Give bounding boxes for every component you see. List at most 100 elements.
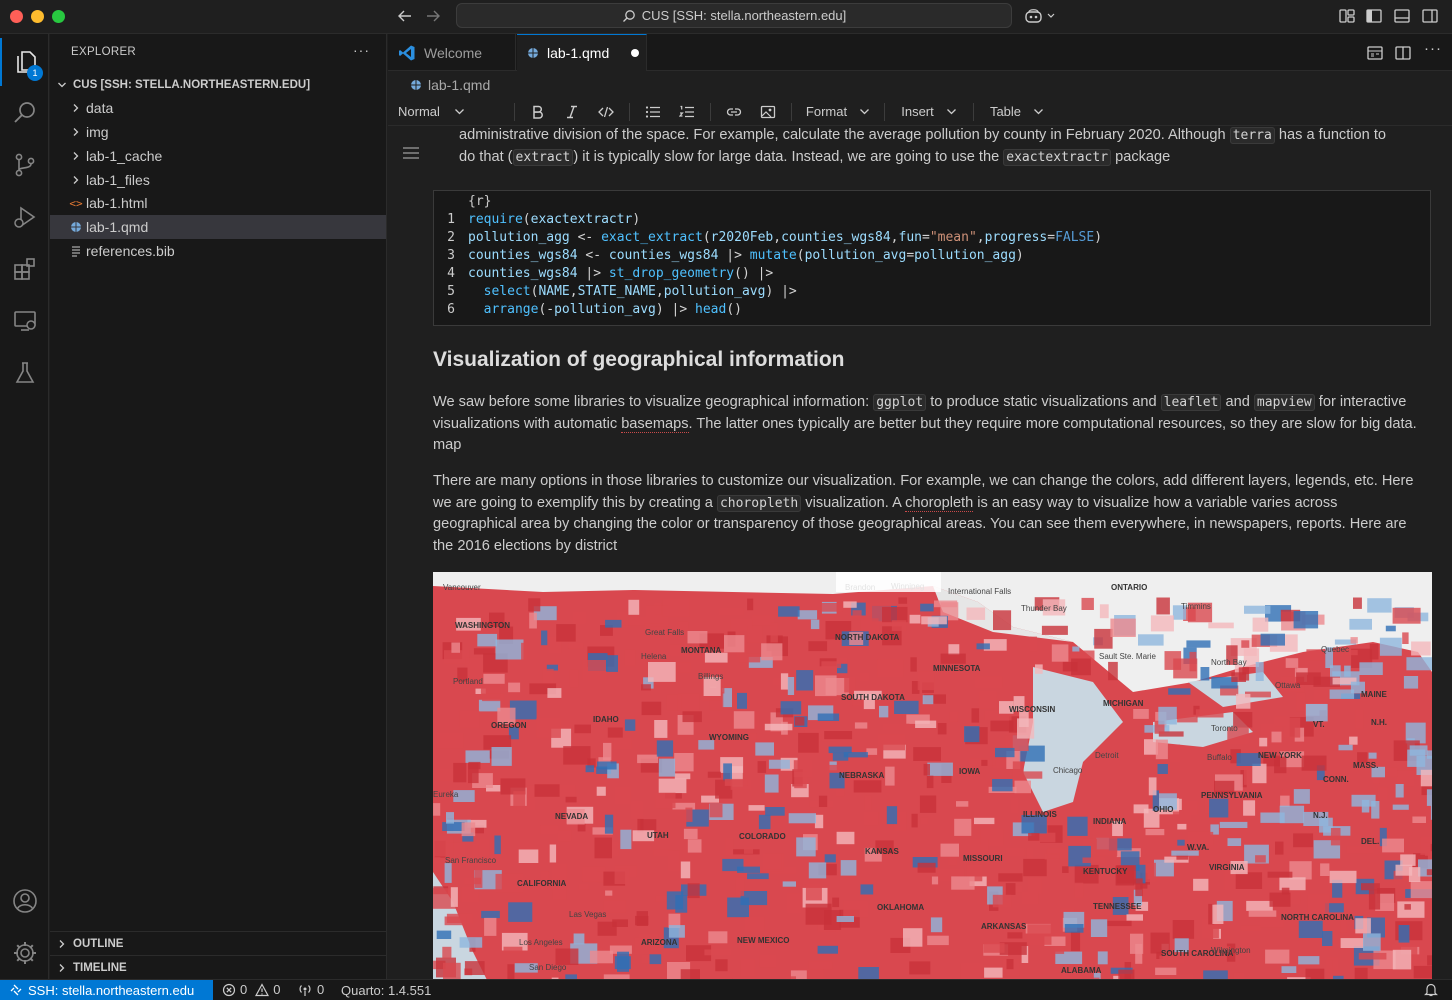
- map-region: [1011, 797, 1019, 813]
- customize-layout-icon[interactable]: [1338, 7, 1356, 25]
- quarto-version[interactable]: Quarto: 1.4.551: [341, 983, 431, 998]
- notifications-bell-icon[interactable]: [1424, 982, 1438, 997]
- close-window-button[interactable]: [10, 10, 23, 23]
- map-region: [1279, 805, 1305, 824]
- visual-editor[interactable]: administrative division of the space. Fo…: [388, 126, 1452, 979]
- map-region: [1368, 889, 1381, 910]
- more-actions-icon[interactable]: ···: [1424, 40, 1442, 57]
- map-region: [620, 616, 646, 626]
- tree-file-lab-1-html[interactable]: <> lab-1.html: [50, 191, 386, 215]
- tree-folder-lab-1-cache[interactable]: lab-1_cache: [50, 144, 386, 168]
- explorer-icon[interactable]: 1: [0, 38, 49, 86]
- toggle-panel-icon[interactable]: [1393, 7, 1411, 25]
- outline-section[interactable]: OUTLINE: [50, 931, 386, 955]
- choropleth-link[interactable]: choropleth: [905, 494, 974, 512]
- copilot-icon[interactable]: [1024, 7, 1056, 25]
- map-region: [745, 917, 765, 932]
- back-arrow-icon[interactable]: [396, 7, 414, 25]
- toggle-primary-sidebar-icon[interactable]: [1365, 7, 1383, 25]
- map-place-label: VIRGINIA: [1209, 863, 1245, 872]
- manage-gear-icon[interactable]: [0, 929, 49, 977]
- code-icon[interactable]: [589, 99, 623, 125]
- run-debug-icon[interactable]: [0, 193, 49, 241]
- italic-icon[interactable]: [555, 99, 589, 125]
- tree-file-lab-1-qmd[interactable]: lab-1.qmd: [50, 215, 386, 239]
- tree-file-references-bib[interactable]: references.bib: [50, 239, 386, 263]
- chevron-down-icon: [1033, 106, 1044, 117]
- map-region: [984, 967, 1003, 978]
- map-region: [1358, 952, 1387, 960]
- map-region: [1298, 920, 1323, 938]
- map-region: [541, 630, 548, 646]
- tree-folder-img[interactable]: img: [50, 120, 386, 144]
- format-menu[interactable]: Format: [798, 99, 878, 125]
- map-region: [534, 784, 560, 797]
- bold-icon[interactable]: [521, 99, 555, 125]
- map-region: [824, 854, 836, 863]
- problems-indicator[interactable]: 0 0: [222, 982, 280, 997]
- map-region: [923, 763, 930, 776]
- unsaved-dot-icon[interactable]: [631, 49, 640, 57]
- tab-lab-1-qmd[interactable]: lab-1.qmd: [517, 34, 647, 71]
- image-icon[interactable]: [751, 99, 785, 125]
- map-region: [614, 868, 630, 884]
- basemaps-link[interactable]: basemaps: [621, 415, 689, 433]
- accounts-icon[interactable]: [0, 877, 49, 925]
- inline-code: exactextractr: [1003, 148, 1112, 166]
- tree-folder-lab-1-files[interactable]: lab-1_files: [50, 168, 386, 192]
- map-region: [1135, 943, 1143, 964]
- map-region: [1212, 904, 1224, 924]
- map-place-label: Detroit: [1095, 751, 1119, 760]
- map-region: [970, 839, 989, 855]
- split-editor-icon[interactable]: [1394, 44, 1412, 62]
- numbered-list-icon[interactable]: [670, 99, 704, 125]
- code-language-label: {r}: [468, 194, 492, 209]
- table-menu[interactable]: Table: [980, 99, 1054, 125]
- outline-menu-icon[interactable]: [402, 146, 420, 160]
- map-region: [483, 673, 505, 684]
- command-center-search[interactable]: CUS [SSH: stella.northeastern.edu]: [456, 3, 1012, 28]
- more-actions-button[interactable]: ···: [353, 42, 370, 58]
- toggle-secondary-sidebar-icon[interactable]: [1421, 7, 1439, 25]
- map-region: [573, 933, 585, 945]
- explorer-sidebar: EXPLORER ··· CUS [SSH: STELLA.NORTHEASTE…: [50, 34, 387, 979]
- map-region: [709, 803, 723, 818]
- source-control-icon[interactable]: [0, 141, 49, 189]
- minimize-window-button[interactable]: [31, 10, 44, 23]
- chevron-right-icon: [57, 939, 67, 949]
- block-type-select[interactable]: Normal: [388, 99, 508, 125]
- map-region: [578, 884, 589, 890]
- map-region: [1200, 667, 1210, 681]
- testing-flask-icon[interactable]: [0, 349, 49, 397]
- remote-indicator[interactable]: SSH: stella.northeastern.edu: [0, 980, 213, 1000]
- map-region: [995, 747, 1015, 758]
- bullet-list-icon[interactable]: [636, 99, 670, 125]
- breadcrumb[interactable]: lab-1.qmd: [388, 72, 1452, 97]
- map-place-label: North Bay: [1211, 658, 1247, 667]
- tree-folder-data[interactable]: data: [50, 96, 386, 120]
- link-icon[interactable]: [717, 99, 751, 125]
- search-view-icon[interactable]: [0, 89, 49, 137]
- map-region: [1296, 692, 1306, 712]
- preview-icon[interactable]: [1366, 44, 1384, 62]
- map-region: [715, 959, 728, 972]
- insert-menu[interactable]: Insert: [891, 99, 967, 125]
- code-line: 6 arrange(-pollution_avg) |> head(): [447, 302, 742, 317]
- map-region: [821, 661, 842, 668]
- workspace-root[interactable]: CUS [SSH: STELLA.NORTHEASTERN.EDU]: [50, 74, 386, 96]
- tab-welcome[interactable]: Welcome: [388, 34, 516, 71]
- code-cell[interactable]: {r} 1 require(exactextractr) 2 pollution_a…: [433, 190, 1431, 326]
- map-region: [940, 843, 959, 857]
- extensions-icon[interactable]: [0, 245, 49, 293]
- remote-explorer-icon[interactable]: [0, 297, 49, 345]
- block-type-label: Normal: [398, 104, 440, 119]
- forward-arrow-icon[interactable]: [424, 7, 442, 25]
- map-region: [796, 837, 816, 857]
- maximize-window-button[interactable]: [52, 10, 65, 23]
- timeline-section[interactable]: TIMELINE: [50, 955, 386, 979]
- insert-label: Insert: [901, 104, 934, 119]
- map-region: [1094, 628, 1113, 649]
- map-region: [658, 758, 676, 777]
- map-place-label: NEW YORK: [1258, 751, 1302, 760]
- ports-indicator[interactable]: 0: [297, 982, 324, 997]
